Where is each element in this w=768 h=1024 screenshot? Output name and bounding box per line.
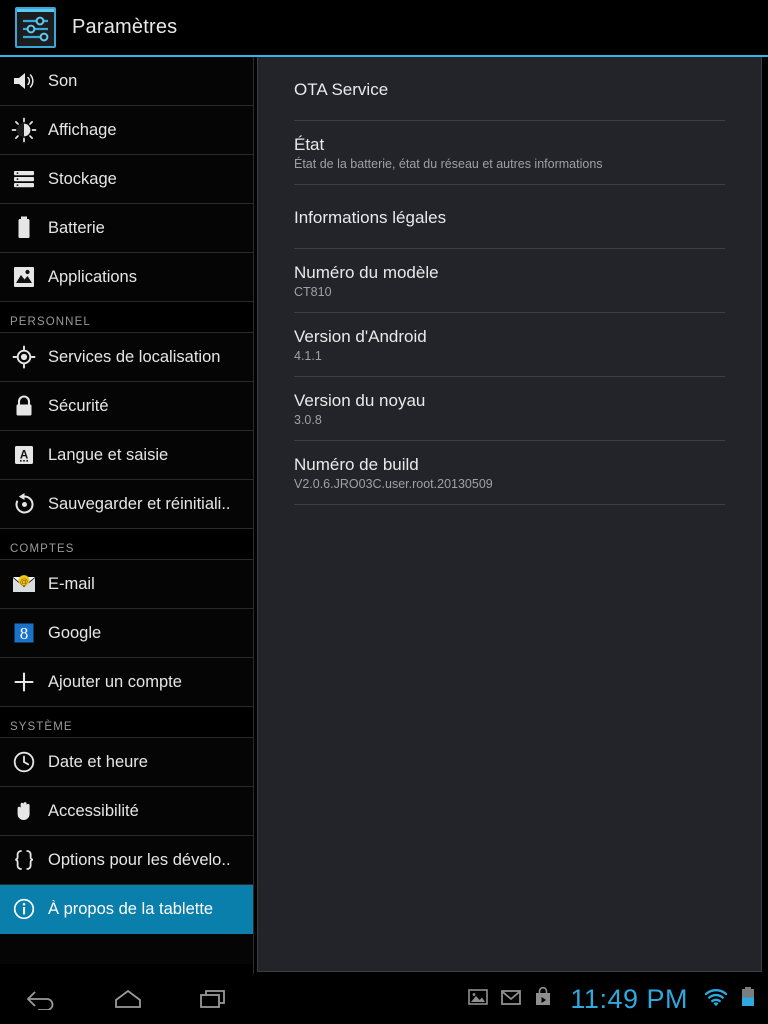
preference-title: Numéro du modèle [294, 262, 439, 282]
sidebar-item-sauvegarder-et-r-initiali[interactable]: Sauvegarder et réinitiali.. [0, 480, 253, 529]
settings-sliders-icon [15, 7, 56, 48]
system-navigation-bar: 11:49 PM [0, 974, 768, 1024]
sidebar-item-e-mail[interactable]: @ E-mail [0, 560, 253, 609]
preference-subtitle: 3.0.8 [294, 412, 322, 427]
preference-subtitle: État de la batterie, état du réseau et a… [294, 156, 603, 171]
sidebar-item-label: E-mail [48, 574, 95, 593]
sidebar-item-label: Date et heure [48, 752, 148, 771]
sidebar-section-header: COMPTES [0, 529, 253, 560]
sidebar-item-affichage[interactable]: Affichage [0, 106, 253, 155]
sidebar-item-label: Ajouter un compte [48, 672, 182, 691]
wifi-icon[interactable] [703, 987, 729, 1012]
preference-row-informations-l-gales[interactable]: Informations légales [258, 185, 761, 249]
sidebar-item-s-curit[interactable]: Sécurité [0, 382, 253, 431]
gmail-icon[interactable] [500, 987, 522, 1012]
location-icon [8, 341, 40, 373]
sidebar-item-batterie[interactable]: Batterie [0, 204, 253, 253]
email-icon: @ [8, 568, 40, 600]
sidebar-item-label: Son [48, 71, 78, 90]
play-store-icon[interactable] [533, 986, 553, 1012]
preference-subtitle: 4.1.1 [294, 348, 322, 363]
backup-reset-icon [8, 488, 40, 520]
sidebar-item-label: Options pour les dévelo.. [48, 850, 231, 869]
sidebar-section-label: PERSONNEL [10, 316, 91, 328]
tablet-screen: Paramètres Son Affichage Stockage Batterie A… [0, 0, 768, 1024]
sidebar-item-google[interactable]: 8 Google [0, 609, 253, 658]
sidebar-section-header: PERSONNEL [0, 302, 253, 333]
sidebar-item-ajouter-un-compte[interactable]: Ajouter un compte [0, 658, 253, 707]
sidebar-item-langue-et-saisie[interactable]: A Langue et saisie [0, 431, 253, 480]
preference-row-num-ro-du-mod-le[interactable]: Numéro du modèle CT810 [258, 249, 761, 313]
braces-icon [8, 844, 40, 876]
battery-icon [8, 212, 40, 244]
sidebar-item-label: Stockage [48, 169, 117, 188]
battery-status-icon[interactable] [740, 986, 756, 1013]
svg-text:A: A [20, 450, 28, 462]
row-divider [294, 504, 725, 505]
preference-subtitle: V2.0.6.JRO03C.user.root.20130509 [294, 476, 493, 491]
sidebar-item-label: Affichage [48, 120, 117, 139]
sidebar-item-label: Accessibilité [48, 801, 139, 820]
screenshot-icon[interactable] [467, 987, 489, 1012]
preference-title: OTA Service [294, 79, 389, 99]
app-header: Paramètres [0, 0, 768, 55]
status-icons: 11:49 PM [467, 984, 768, 1015]
preference-row-tat[interactable]: État État de la batterie, état du réseau … [258, 121, 761, 185]
sidebar-item-stockage[interactable]: Stockage [0, 155, 253, 204]
preference-row-version-du-noyau[interactable]: Version du noyau 3.0.8 [258, 377, 761, 441]
svg-text:@: @ [20, 576, 29, 586]
applications-icon [8, 261, 40, 293]
sidebar-section-label: SYSTÈME [10, 721, 73, 733]
sidebar-item-label: Services de localisation [48, 347, 221, 366]
plus-icon [8, 666, 40, 698]
info-icon [8, 893, 40, 925]
preference-title: État [294, 134, 325, 154]
sidebar-item-label: À propos de la tablette [48, 899, 214, 918]
preference-row-version-d-android[interactable]: Version d'Android 4.1.1 [258, 313, 761, 377]
soft-keys [0, 984, 234, 1014]
sidebar-item-options-pour-les-d-velo[interactable]: Options pour les dévelo.. [0, 836, 253, 885]
storage-icon [8, 163, 40, 195]
sidebar-item-label: Sauvegarder et réinitiali.. [48, 494, 231, 513]
sidebar-item-applications[interactable]: Applications [0, 253, 253, 302]
brightness-icon [8, 114, 40, 146]
sidebar-item-accessibilit[interactable]: Accessibilité [0, 787, 253, 836]
clock-icon [8, 746, 40, 778]
sidebar-item-propos-de-la-tablette[interactable]: À propos de la tablette [0, 885, 253, 934]
sidebar-item-label: Applications [48, 267, 137, 286]
sidebar-section-header: SYSTÈME [0, 707, 253, 738]
preference-title: Numéro de build [294, 454, 419, 474]
sidebar-item-label: Batterie [48, 218, 105, 237]
sidebar-section-label: COMPTES [10, 543, 75, 555]
back-icon[interactable] [22, 984, 62, 1014]
sidebar-filler [0, 934, 253, 964]
volume-icon [8, 65, 40, 97]
status-clock: 11:49 PM [570, 983, 688, 1014]
sidebar-item-label: Langue et saisie [48, 445, 169, 464]
about-tablet-panel[interactable]: OTA Service État État de la batterie, état… [257, 57, 762, 972]
sidebar-item-label: Sécurité [48, 396, 109, 415]
preference-row-ota-service[interactable]: OTA Service [258, 57, 761, 121]
hand-icon [8, 795, 40, 827]
preference-title: Version d'Android [294, 326, 427, 346]
sidebar-item-date-et-heure[interactable]: Date et heure [0, 738, 253, 787]
preference-subtitle: CT810 [294, 284, 332, 299]
google-icon: 8 [8, 617, 40, 649]
preference-row-num-ro-de-build[interactable]: Numéro de build V2.0.6.JRO03C.user.root.2… [258, 441, 761, 505]
preference-title: Version du noyau [294, 390, 426, 410]
sidebar-item-label: Google [48, 623, 102, 642]
body-area: Son Affichage Stockage Batterie Applications… [0, 57, 768, 974]
keyboard-language-icon: A [8, 439, 40, 471]
page-title: Paramètres [72, 16, 178, 38]
recents-icon[interactable] [194, 984, 234, 1014]
sidebar-item-son[interactable]: Son [0, 57, 253, 106]
settings-sidebar[interactable]: Son Affichage Stockage Batterie Applications… [0, 57, 254, 974]
lock-icon [8, 390, 40, 422]
svg-text:8: 8 [20, 624, 29, 643]
preference-title: Informations légales [294, 207, 447, 227]
home-icon[interactable] [108, 984, 148, 1014]
sidebar-item-services-de-localisation[interactable]: Services de localisation [0, 333, 253, 382]
